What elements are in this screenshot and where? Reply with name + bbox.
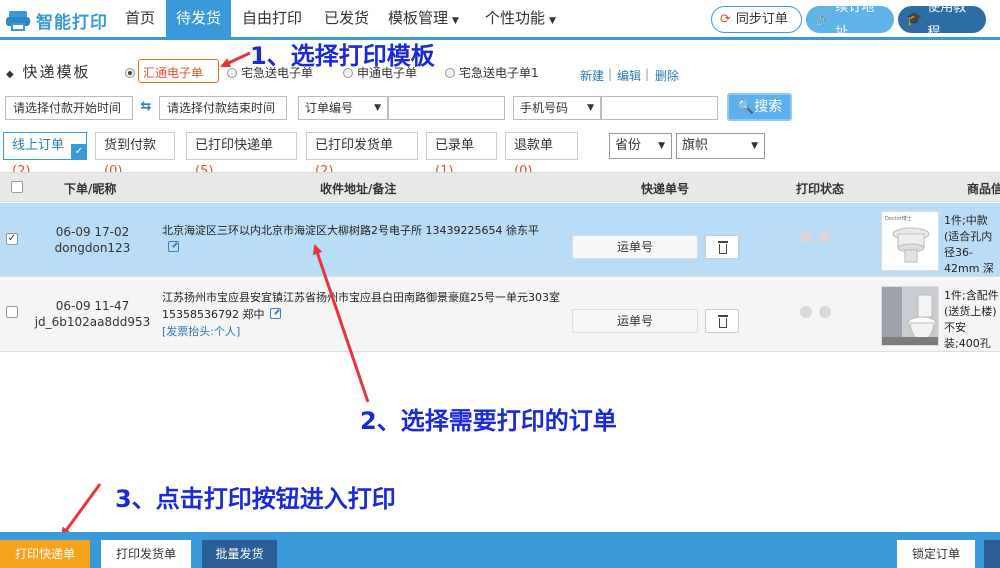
arrow-to-print-button: [60, 483, 102, 538]
more-button[interactable]: [984, 540, 1000, 568]
arrow-to-order: [312, 244, 370, 403]
lock-order-button[interactable]: 锁定订单: [897, 540, 975, 568]
arrow-to-template: [220, 51, 251, 68]
batch-ship-button[interactable]: 批量发货: [202, 540, 277, 568]
print-waybill-button[interactable]: 打印快递单: [0, 540, 90, 568]
annotation-step1: 1、选择打印模板: [250, 42, 435, 70]
print-invoice-button[interactable]: 打印发货单: [101, 540, 191, 568]
annotation-step3: 3、点击打印按钮进入打印: [115, 485, 396, 513]
annotation-step2: 2、选择需要打印的订单: [360, 407, 617, 435]
